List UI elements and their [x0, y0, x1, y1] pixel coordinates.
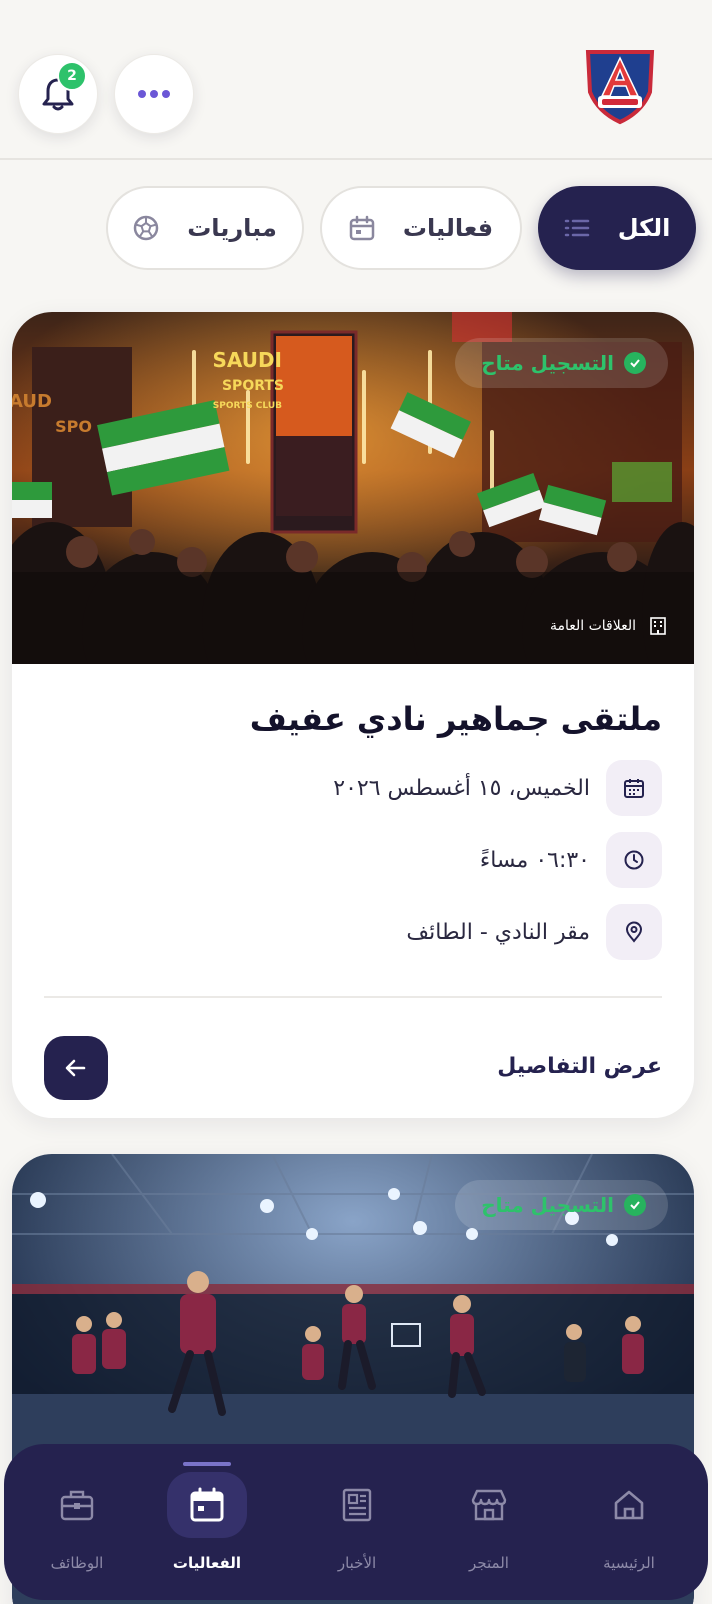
filter-bar: الكل فعاليات مباريات: [0, 186, 712, 270]
divider: [44, 996, 662, 998]
club-logo[interactable]: [582, 46, 658, 126]
nav-item-jobs[interactable]: الوظائف: [12, 1444, 142, 1600]
registration-status-text: التسجيل متاح: [481, 1193, 614, 1217]
event-title: ملتقى جماهير نادي عفيف: [249, 700, 662, 738]
filter-events-label: فعاليات: [402, 214, 494, 242]
filter-all-chip[interactable]: الكل: [538, 186, 696, 270]
view-details-link[interactable]: عرض التفاصيل: [497, 1054, 662, 1079]
event-location: مقر النادي - الطائف: [406, 919, 590, 945]
svg-text:SPORTS: SPORTS: [222, 378, 284, 394]
building-icon: [650, 617, 666, 635]
nav-label-store: المتجر: [469, 1554, 509, 1572]
clock-icon: [606, 832, 662, 888]
nav-label-jobs: الوظائف: [50, 1554, 104, 1572]
event-image: SAUD SPO SAUDI SPORTS SPORTS CLUB: [12, 312, 694, 664]
soccer-ball-icon: [133, 215, 159, 241]
nav-item-store[interactable]: المتجر: [424, 1444, 554, 1600]
event-location-row: مقر النادي - الطائف: [406, 904, 662, 960]
department-label: العلاقات العامة: [550, 616, 668, 636]
calendar-icon: [167, 1472, 247, 1538]
registration-status-badge: التسجيل متاح: [455, 338, 668, 388]
app-header: 2: [0, 0, 712, 160]
newspaper-icon: [317, 1472, 397, 1538]
svg-text:SAUD: SAUD: [12, 391, 52, 412]
nav-item-news[interactable]: الأخبار: [292, 1444, 422, 1600]
store-icon: [449, 1472, 529, 1538]
check-circle-icon: [624, 1194, 646, 1216]
more-dots-icon: [138, 90, 170, 98]
map-pin-icon: [606, 904, 662, 960]
department-text: العلاقات العامة: [549, 618, 636, 634]
filter-all-label: الكل: [617, 214, 671, 242]
event-date: الخميس، ١٥ أغسطس ٢٠٢٦: [333, 775, 590, 801]
filter-matches-label: مباريات: [187, 214, 277, 242]
svg-text:SAUDI: SAUDI: [212, 348, 282, 372]
calendar-icon: [606, 760, 662, 816]
nav-item-home[interactable]: الرئيسية: [564, 1444, 694, 1600]
bottom-navigation: الرئيسية المتجر الأخبار الفعاليات الوظائ…: [4, 1444, 708, 1600]
arrow-left-icon: [65, 1059, 86, 1077]
view-details-arrow-button[interactable]: [44, 1036, 108, 1100]
filter-events-chip[interactable]: فعاليات: [320, 186, 522, 270]
nav-label-news: الأخبار: [337, 1554, 377, 1572]
check-circle-icon: [624, 352, 646, 374]
nav-item-events[interactable]: الفعاليات: [142, 1444, 272, 1600]
event-date-row: الخميس، ١٥ أغسطس ٢٠٢٦: [333, 760, 662, 816]
filter-matches-chip[interactable]: مباريات: [106, 186, 304, 270]
notifications-button[interactable]: 2: [18, 54, 98, 134]
nav-label-events: الفعاليات: [172, 1554, 242, 1572]
more-options-button[interactable]: [114, 54, 194, 134]
list-icon: [564, 219, 589, 237]
event-time: ٠٦:٣٠ مساءً: [479, 847, 590, 873]
home-icon: [589, 1472, 669, 1538]
registration-status-badge: التسجيل متاح: [455, 1180, 668, 1230]
nav-label-home: الرئيسية: [603, 1554, 655, 1572]
notification-badge: 2: [57, 61, 87, 91]
registration-status-text: التسجيل متاح: [481, 351, 614, 375]
svg-text:SPORTS CLUB: SPORTS CLUB: [213, 401, 282, 411]
active-indicator: [183, 1462, 231, 1466]
event-time-row: ٠٦:٣٠ مساءً: [480, 832, 662, 888]
event-card[interactable]: SAUD SPO SAUDI SPORTS SPORTS CLUB: [12, 312, 694, 1118]
briefcase-icon: [37, 1472, 117, 1538]
svg-text:SPO: SPO: [55, 417, 92, 436]
calendar-icon: [349, 215, 375, 241]
